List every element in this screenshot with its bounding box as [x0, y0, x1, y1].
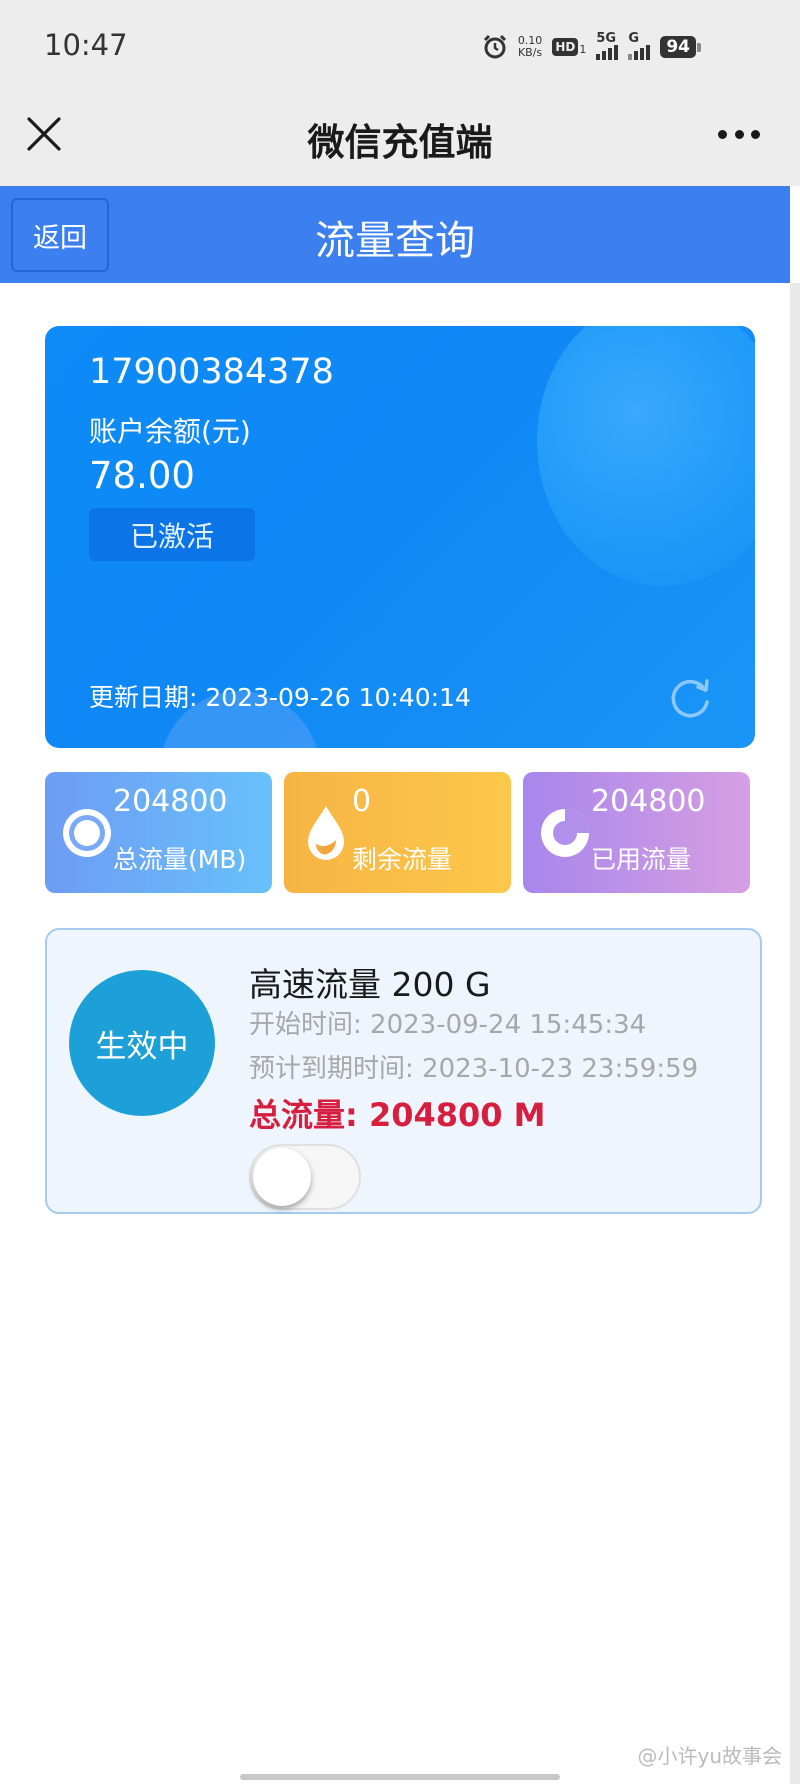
stat-label: 剩余流量	[352, 845, 453, 874]
toggle-knob[interactable]	[253, 1148, 311, 1206]
battery-icon: 94	[660, 36, 701, 58]
alarm-icon	[483, 34, 506, 59]
home-indicator[interactable]	[240, 1774, 560, 1780]
status-icons: 0.10 KB/s HD 1 5G G 94	[482, 31, 701, 62]
stat-total-traffic: 204800 总流量(MB)	[45, 772, 272, 893]
hd-badge: HD	[552, 38, 579, 56]
status-time: 10:47	[44, 28, 128, 62]
scrollbar[interactable]	[790, 283, 800, 1784]
stat-used-traffic: 204800 已用流量	[523, 772, 750, 893]
net-speed-unit: KB/s	[517, 46, 543, 59]
net-speed: 0.10 KB/s	[518, 35, 543, 59]
package-toggle[interactable]	[249, 1144, 361, 1210]
signal-g-label: G	[628, 30, 639, 46]
stat-value: 204800	[591, 784, 706, 819]
effective-status-badge: 生效中	[69, 970, 215, 1116]
page-title: 流量查询	[315, 218, 475, 264]
wechat-title: 微信充值端	[307, 121, 493, 164]
hd-indicator: HD 1	[552, 38, 586, 56]
stat-value: 0	[352, 784, 372, 819]
stat-remaining-traffic: 0 剩余流量	[284, 772, 511, 893]
balance-label: 账户余额(元)	[89, 415, 251, 448]
update-date: 更新日期: 2023-09-26 10:40:14	[89, 683, 471, 712]
signal-g-icon: G	[628, 31, 651, 60]
more-icon[interactable]	[718, 130, 760, 140]
account-card: 17900384378 账户余额(元) 78.00 已激活 更新日期: 2023…	[45, 326, 755, 748]
stat-label: 已用流量	[591, 845, 692, 874]
status-bar: 10:47 0.10 KB/s HD 1 5G G 94	[0, 0, 800, 92]
start-time: 开始时间: 2023-09-24 15:45:34	[249, 1010, 647, 1040]
signal-5g-label: 5G	[596, 30, 617, 46]
stat-label: 总流量(MB)	[113, 845, 247, 874]
package-name: 高速流量 200 G	[249, 965, 491, 1004]
target-icon	[63, 809, 111, 857]
page-header: 返回 流量查询	[0, 186, 790, 283]
watermark: @小许yu故事会	[637, 1744, 782, 1768]
decorative-circle	[537, 326, 755, 586]
wechat-nav-bar: 微信充值端	[0, 92, 800, 186]
drop-icon	[308, 806, 344, 860]
phone-number: 17900384378	[89, 352, 334, 392]
hd-sub: 1	[579, 43, 587, 56]
status-badge: 已激活	[89, 508, 255, 561]
balance-value: 78.00	[89, 454, 195, 497]
refresh-icon[interactable]	[665, 672, 715, 722]
expire-time: 预计到期时间: 2023-10-23 23:59:59	[249, 1054, 699, 1084]
pie-icon	[541, 809, 589, 857]
package-card: 生效中 高速流量 200 G 开始时间: 2023-09-24 15:45:34…	[45, 928, 762, 1214]
package-total-traffic: 总流量: 204800 M	[249, 1096, 546, 1134]
stat-value: 204800	[113, 784, 228, 819]
signal-5g-icon: 5G	[596, 31, 619, 60]
